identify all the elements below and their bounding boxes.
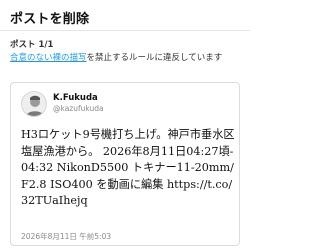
- page-title: ポストを削除: [10, 12, 90, 27]
- tweet-timestamp: 2026年8月11日 午前5:03: [21, 232, 112, 241]
- tweet-card: K.Fukuda @kazufukuda H3ロケット9号機打ち上げ。神戸市垂水…: [10, 82, 240, 246]
- user-handle: @kazufukuda: [53, 104, 104, 113]
- violation-reason: 合意のない裸の描写を禁止するルールに違反しています: [10, 52, 246, 64]
- tweet-text: H3ロケット9号機打ち上げ。神戸市垂水区塩屋漁港から。 2026年8月11日04…: [21, 128, 235, 207]
- avatar: [21, 91, 47, 117]
- avatar-photo-icon: [22, 92, 46, 116]
- post-count: ポスト 1/1: [10, 40, 54, 50]
- policy-link[interactable]: 合意のない裸の描写: [10, 53, 87, 63]
- divider: [0, 30, 250, 31]
- display-name: K.Fukuda: [53, 93, 98, 103]
- violation-reason-text: を禁止するルールに違反しています: [86, 53, 223, 63]
